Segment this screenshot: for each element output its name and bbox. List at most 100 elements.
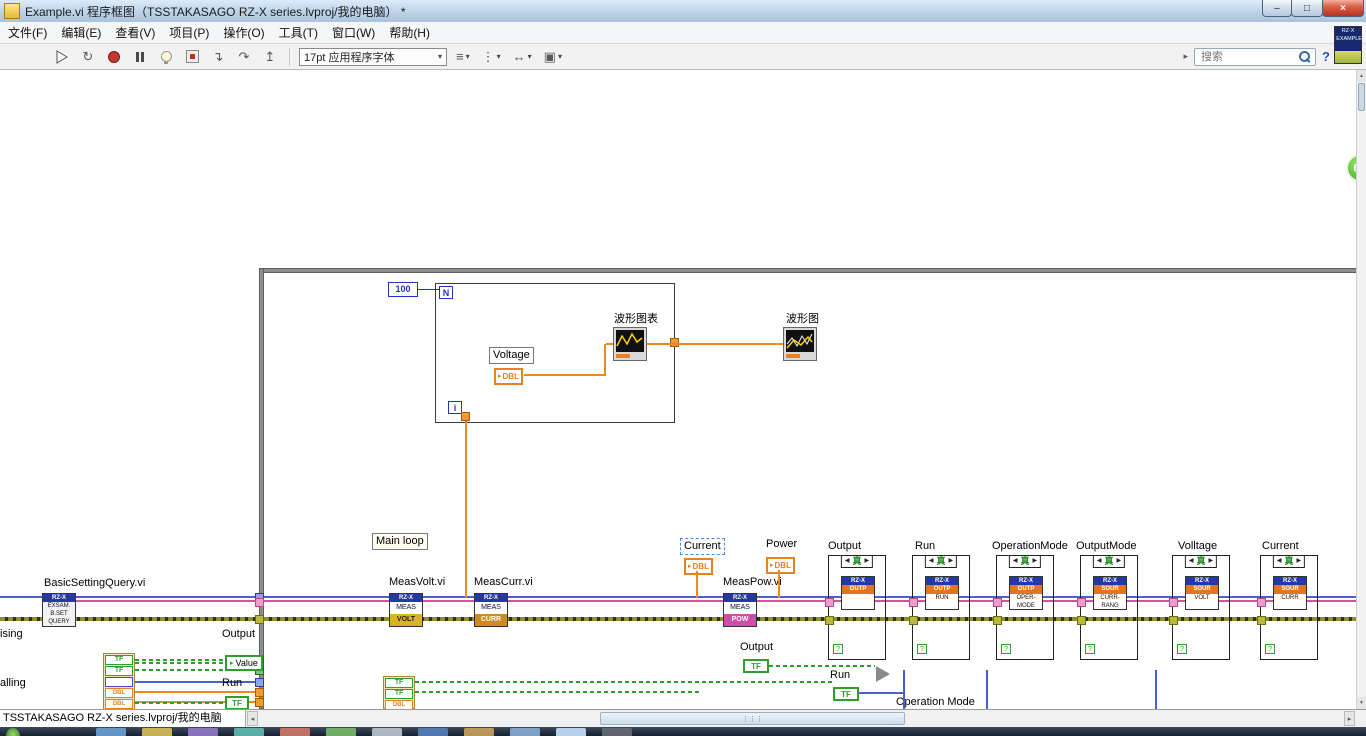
tunnel[interactable] xyxy=(1169,616,1178,625)
case-structure-outputmode[interactable]: ◀ 真 ▶ RZ-X SOUR CURR- RANG ? xyxy=(1077,555,1138,660)
menu-help[interactable]: 帮助(H) xyxy=(389,24,430,41)
pause-button[interactable] xyxy=(130,47,150,67)
case-prev-icon[interactable]: ◀ xyxy=(845,556,850,567)
wire-int[interactable] xyxy=(859,692,905,694)
waveform-graph-label[interactable]: 波形图 xyxy=(786,310,819,326)
wire-dbl[interactable] xyxy=(465,421,467,598)
reorder-objects-dropdown[interactable]: ▣ ▾ xyxy=(541,47,565,67)
wire-int[interactable] xyxy=(0,596,1366,598)
tf-constant[interactable]: TF xyxy=(225,696,249,709)
scroll-left-icon[interactable]: ◂ xyxy=(247,711,258,726)
close-button[interactable]: × xyxy=(1322,0,1364,17)
subvi-label[interactable]: MeasCurr.vi xyxy=(474,576,533,588)
current-indicator-label-selected[interactable]: Current xyxy=(680,538,725,555)
block-diagram-canvas[interactable]: 100 N i Voltage ▸ DBL 波形图表 波形图 Main loop… xyxy=(0,70,1366,709)
wire-dbl[interactable] xyxy=(778,570,780,598)
subvi-label[interactable]: MeasVolt.vi xyxy=(389,576,445,588)
tunnel[interactable] xyxy=(909,616,918,625)
subvi-meascurr-icon[interactable]: RZ-X MEAS CURR xyxy=(474,593,508,627)
wire-dbl[interactable] xyxy=(604,344,606,376)
tunnel[interactable] xyxy=(1169,598,1178,607)
wire-bool[interactable] xyxy=(135,702,225,704)
while-loop-border-top[interactable] xyxy=(259,268,1358,273)
scroll-down-icon[interactable]: ▼ xyxy=(1357,697,1366,709)
case-prev-icon[interactable]: ◀ xyxy=(1013,556,1018,567)
wire-dbl[interactable] xyxy=(647,343,783,345)
waveform-chart-terminal[interactable] xyxy=(613,327,647,361)
case-next-icon[interactable]: ▶ xyxy=(949,556,954,567)
case-selector[interactable]: ◀ 真 ▶ xyxy=(1184,555,1218,568)
main-loop-label[interactable]: Main loop xyxy=(372,533,428,550)
case-label[interactable]: OutputMode xyxy=(1076,540,1137,552)
tunnel[interactable] xyxy=(825,598,834,607)
case-selector[interactable]: ◀ 真 ▶ xyxy=(840,555,874,568)
wire-error[interactable] xyxy=(0,617,1366,621)
run-button[interactable] xyxy=(52,47,72,67)
tunnel[interactable] xyxy=(255,698,264,707)
case-question-terminal[interactable]: ? xyxy=(917,644,927,654)
step-out-button[interactable]: ↥ xyxy=(260,47,280,67)
current-dbl-terminal[interactable]: ▸ DBL xyxy=(684,558,713,575)
tunnel[interactable] xyxy=(993,616,1002,625)
case-structure-voltage[interactable]: ◀ 真 ▶ RZ-X SOUR VOLT ? xyxy=(1169,555,1230,660)
vertical-scroll-thumb[interactable] xyxy=(1358,83,1365,111)
dbl-constant[interactable]: DBL xyxy=(105,699,133,709)
wire-bool[interactable] xyxy=(769,665,875,667)
case-prev-icon[interactable]: ◀ xyxy=(1097,556,1102,567)
waveform-chart-label[interactable]: 波形图表 xyxy=(614,310,658,326)
case-prev-icon[interactable]: ◀ xyxy=(1189,556,1194,567)
rising-label-clipped[interactable]: ising xyxy=(0,628,23,640)
case-label[interactable]: Volltage xyxy=(1178,540,1217,552)
font-settings-dropdown[interactable]: 17pt 应用程序字体 ▾ xyxy=(299,47,447,66)
wire-int[interactable] xyxy=(903,670,905,709)
tf-constant[interactable]: TF xyxy=(105,666,133,676)
tunnel[interactable] xyxy=(255,615,264,624)
vi-icon-badge[interactable]: RZ-X EXAMPLE xyxy=(1334,26,1362,64)
distribute-objects-dropdown[interactable]: ⋮ ▾ xyxy=(479,47,504,67)
tunnel[interactable] xyxy=(1257,598,1266,607)
case-selector[interactable]: ◀ 真 ▶ xyxy=(1272,555,1306,568)
output-tf-label[interactable]: Output xyxy=(740,641,773,653)
taskbar-icon[interactable] xyxy=(510,728,540,736)
vertical-scrollbar[interactable]: ▲ ▼ xyxy=(1356,70,1366,709)
case-structure-run[interactable]: ◀ 真 ▶ RZ-X OUTP RUN ? xyxy=(909,555,970,660)
tf-constant[interactable]: TF xyxy=(385,678,413,688)
menu-file[interactable]: 文件(F) xyxy=(8,24,47,41)
step-over-button[interactable]: ↷ xyxy=(234,47,254,67)
wire-bool[interactable] xyxy=(135,662,225,664)
wire-bool[interactable] xyxy=(415,691,700,693)
project-context-label[interactable]: TSSTAKASAGO RZ-X series.lvproj/我的电脑 xyxy=(0,710,246,727)
context-help-button[interactable]: ? xyxy=(1322,49,1330,64)
taskbar-icon[interactable] xyxy=(326,728,356,736)
subvi-label[interactable]: MeasPow.vi xyxy=(723,576,782,588)
int-constant[interactable] xyxy=(105,677,133,687)
case-question-terminal[interactable]: ? xyxy=(1265,644,1275,654)
case-prev-icon[interactable]: ◀ xyxy=(929,556,934,567)
minimize-button[interactable]: – xyxy=(1262,0,1292,17)
wire-dbl[interactable] xyxy=(135,691,259,693)
case-structure-output[interactable]: ◀ 真 ▶ RZ-X OUTP ? xyxy=(825,555,886,660)
wire-dbl[interactable] xyxy=(696,571,698,598)
case-question-terminal[interactable]: ? xyxy=(1085,644,1095,654)
subvi-measvolt-icon[interactable]: RZ-X MEAS VOLT xyxy=(389,593,423,627)
tunnel[interactable] xyxy=(825,616,834,625)
subvi-icon[interactable]: RZ-X SOUR VOLT xyxy=(1185,576,1219,610)
taskbar-icon-active[interactable] xyxy=(556,728,586,736)
subvi-icon[interactable]: RZ-X SOUR CURR- RANG xyxy=(1093,576,1127,610)
tf-constant[interactable]: TF xyxy=(833,687,859,701)
operation-mode-label[interactable]: Operation Mode xyxy=(896,696,975,708)
wire-int[interactable] xyxy=(1155,670,1157,709)
scroll-right-icon[interactable]: ▸ xyxy=(1344,711,1355,726)
tunnel[interactable] xyxy=(1077,616,1086,625)
taskbar-icon[interactable] xyxy=(464,728,494,736)
tf-constant[interactable]: TF xyxy=(743,659,769,673)
subvi-icon[interactable]: RZ-X OUTP OPER- MODE xyxy=(1009,576,1043,610)
taskbar-icon[interactable] xyxy=(188,728,218,736)
iteration-terminal[interactable]: i xyxy=(448,401,462,414)
wire-bool[interactable] xyxy=(415,681,833,683)
search-icon[interactable] xyxy=(1299,51,1311,62)
menu-operate[interactable]: 操作(O) xyxy=(223,24,264,41)
tunnel[interactable] xyxy=(461,412,470,421)
case-label[interactable]: OperationMode xyxy=(992,540,1068,552)
subvi-icon[interactable]: RZ-X OUTP RUN xyxy=(925,576,959,610)
